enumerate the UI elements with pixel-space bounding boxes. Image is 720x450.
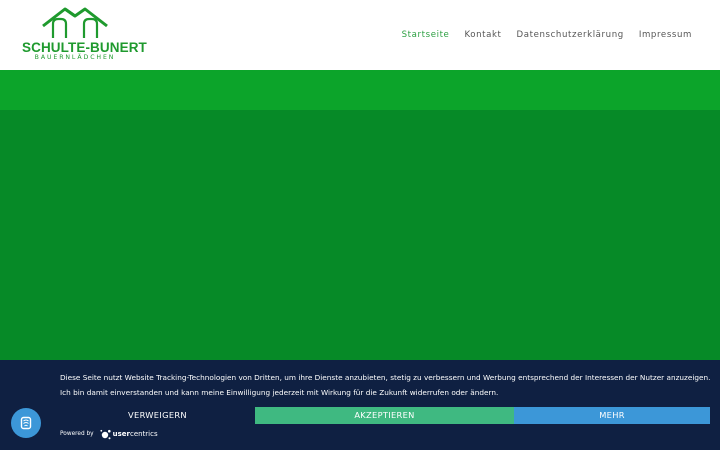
nav-item-kontakt[interactable]: Kontakt (464, 30, 501, 40)
accept-button[interactable]: AKZEPTIEREN (255, 407, 514, 424)
site-logo[interactable]: SCHULTE-BUNERT BAUERNLÄDCHEN (22, 6, 147, 62)
usercentrics-logo[interactable]: usercentrics (100, 429, 158, 440)
deny-button[interactable]: VERWEIGERN (60, 407, 255, 424)
brand-centrics: centrics (129, 430, 158, 438)
hero-top-band (0, 70, 720, 110)
hero-section (0, 110, 720, 360)
fingerprint-icon (20, 416, 32, 430)
nav-item-datenschutzerklaerung[interactable]: Datenschutzerklärung (517, 30, 624, 40)
site-header: SCHULTE-BUNERT BAUERNLÄDCHEN Startseite … (0, 0, 720, 70)
powered-by-label: Powered by (60, 431, 94, 437)
usercentrics-dots-icon (100, 429, 111, 439)
powered-by: Powered by usercentrics (60, 428, 158, 440)
barn-roof-icon (42, 7, 108, 38)
cookie-text: Diese Seite nutzt Website Tracking-Techn… (60, 373, 711, 397)
nav-item-startseite[interactable]: Startseite (402, 30, 450, 40)
logo-tagline: BAUERNLÄDCHEN (34, 54, 116, 61)
cookie-banner: Diese Seite nutzt Website Tracking-Techn… (0, 360, 720, 450)
more-button[interactable]: MEHR (514, 407, 710, 424)
main-nav: Startseite Kontakt Datenschutzerklärung … (402, 30, 692, 40)
privacy-settings-button[interactable] (11, 408, 41, 438)
logo-name: SCHULTE-BUNERT (22, 40, 147, 55)
brand-user: user (112, 430, 130, 438)
nav-item-impressum[interactable]: Impressum (639, 30, 692, 40)
page: SCHULTE-BUNERT BAUERNLÄDCHEN Startseite … (0, 0, 720, 450)
